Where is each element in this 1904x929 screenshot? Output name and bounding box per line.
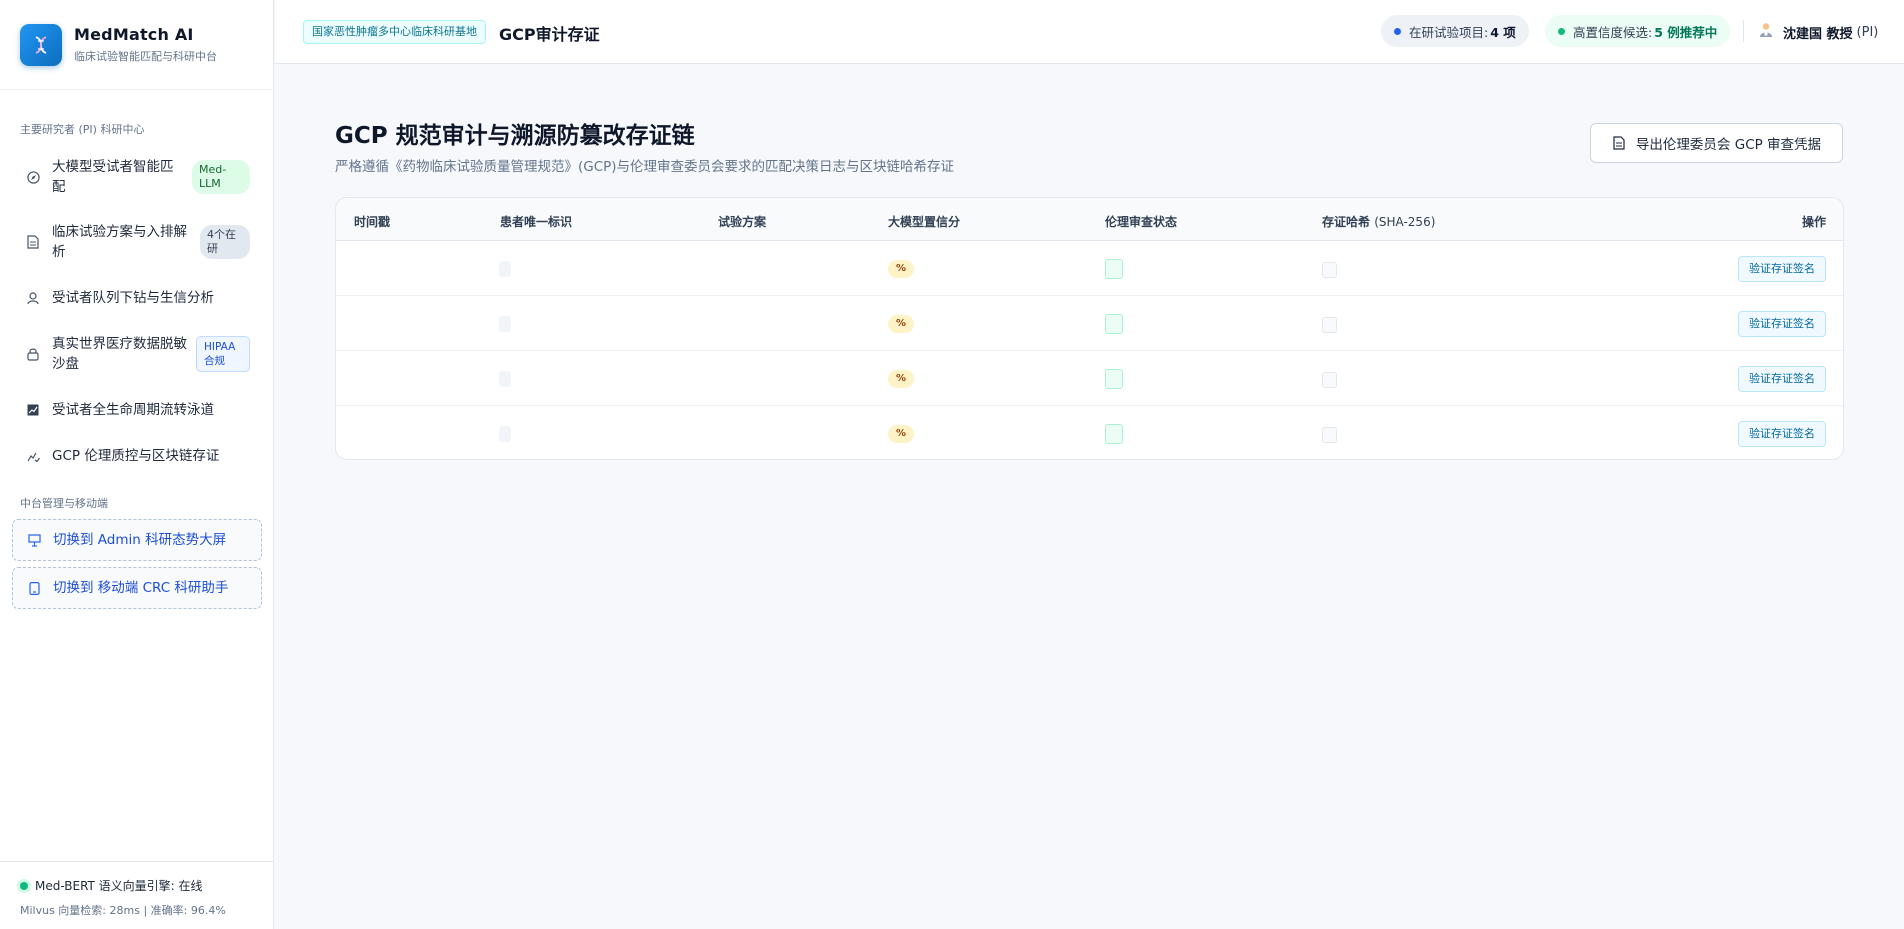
table-row: % 验证存证签名 [336,296,1843,351]
col-ethics-status: 伦理审查状态 [1105,215,1178,229]
trials-count-pill[interactable]: 在研试验项目: 4 项 [1381,15,1529,47]
switch-admin-label: 切换到 Admin 科研态势大屏 [53,532,227,548]
patient-id-placeholder [499,316,511,332]
dna-logo-icon [20,23,62,66]
header-divider [1743,20,1744,42]
col-hash-algo: (SHA-256) [1374,215,1436,229]
section-title-admin: 中台管理与移动端 [20,497,108,510]
sidebar-item-lifecycle-swimlane[interactable]: 受试者全生命周期流转泳道 [12,399,262,421]
engine-status-panel: Med-BERT 语义向量引擎: 在线 Milvus 向量检索: 28ms | … [0,861,274,929]
patient-id-placeholder [499,371,511,387]
sidebar: MedMatch AI 临床试验智能匹配与科研中台 主要研究者 (PI) 科研中… [0,0,274,929]
ethics-status-badge [1105,259,1123,279]
switch-admin-dashboard-button[interactable]: 切换到 Admin 科研态势大屏 [12,519,262,561]
doctor-avatar-icon [1759,22,1773,42]
table-row: % 验证存证签名 [336,406,1843,459]
sidebar-item-label: 临床试验方案与入排解析 [52,224,187,260]
sidebar-item-label: 受试者全生命周期流转泳道 [52,402,214,418]
llm-score-badge: % [888,370,914,388]
status-dot [1394,27,1401,35]
engine-status-text: Med-BERT 语义向量引擎: 在线 [35,879,203,893]
hash-placeholder [1322,427,1337,443]
hash-placeholder [1322,262,1337,278]
export-gcp-report-button[interactable]: 导出伦理委员会 GCP 审查凭据 [1590,123,1843,163]
verify-signature-button[interactable]: 验证存证签名 [1738,366,1826,392]
col-llm-score: 大模型置信分 [888,215,961,229]
user-name: 沈建国 教授 [1783,26,1853,42]
document-icon [1612,136,1626,150]
export-button-label: 导出伦理委员会 GCP 审查凭据 [1635,137,1822,153]
brand: MedMatch AI 临床试验智能匹配与科研中台 [0,0,273,90]
page-title: GCP 规范审计与溯源防篡改存证链 [335,123,695,149]
ethics-status-badge [1105,369,1123,389]
patient-id-placeholder [499,261,511,277]
sidebar-item-label: 大模型受试者智能匹配 [52,159,174,195]
sidebar-item-protocol-parsing[interactable]: 临床试验方案与入排解析 4个在研 [12,221,262,263]
switch-mobile-label: 切换到 移动端 CRC 科研助手 [53,580,229,596]
top-header: 国家恶性肿瘤多中心临床科研基地 GCP审计存证 在研试验项目: 4 项 高置信度… [275,0,1904,64]
llm-score-badge: % [888,315,914,333]
table-header: 时间戳 患者唯一标识 试验方案 大模型置信分 伦理审查状态 存证哈希 (SHA-… [336,198,1843,241]
brand-name: MedMatch AI [74,25,194,44]
engine-metrics-text: Milvus 向量检索: 28ms | 准确率: 96.4% [20,904,226,917]
sidebar-badge-med-llm: Med-LLM [192,160,250,194]
presentation-icon [27,533,41,547]
header-title: GCP审计存证 [499,25,600,44]
brand-subtitle: 临床试验智能匹配与科研中台 [74,50,217,63]
document-icon [26,235,40,249]
switch-mobile-crc-button[interactable]: 切换到 移动端 CRC 科研助手 [12,567,262,609]
audit-table: 时间戳 患者唯一标识 试验方案 大模型置信分 伦理审查状态 存证哈希 (SHA-… [335,197,1844,460]
sidebar-item-cohort-analysis[interactable]: 受试者队列下钻与生信分析 [12,287,262,309]
sidebar-item-label: 受试者队列下钻与生信分析 [52,290,214,306]
lock-icon [26,347,40,361]
col-protocol: 试验方案 [718,215,767,229]
sidebar-item-llm-matching[interactable]: 大模型受试者智能匹配 Med-LLM [12,156,262,198]
col-timestamp: 时间戳 [354,215,391,229]
verify-signature-button[interactable]: 验证存证签名 [1738,421,1826,447]
table-row: % 验证存证签名 [336,241,1843,296]
mobile-icon [27,581,41,595]
recommend-label: 高置信度候选: [1573,24,1653,40]
page-subtitle: 严格遵循《药物临床试验质量管理规范》(GCP)与伦理审查委员会要求的匹配决策日志… [335,159,955,175]
col-hash-label: 存证哈希 [1322,215,1371,229]
patient-id-placeholder [499,426,511,442]
col-hash: 存证哈希 (SHA-256) [1322,213,1435,230]
llm-score-badge: % [888,425,914,443]
table-row: % 验证存证签名 [336,351,1843,406]
trials-label: 在研试验项目: [1409,24,1489,40]
col-patient-id: 患者唯一标识 [500,215,573,229]
chart-icon [26,403,40,417]
user-role: (PI) [1856,24,1879,40]
ethics-status-badge [1105,424,1123,444]
compass-icon [26,170,40,184]
sidebar-badge-hipaa: HIPAA合规 [196,336,250,372]
verify-signature-button[interactable]: 验证存证签名 [1738,311,1826,337]
trials-value: 4 项 [1490,24,1516,40]
online-status-dot [20,881,28,890]
sidebar-badge-trials: 4个在研 [200,225,250,259]
audit-icon [26,449,40,463]
hash-placeholder [1322,317,1337,333]
section-title-pi: 主要研究者 (PI) 科研中心 [20,123,145,136]
status-dot [1558,27,1565,35]
sidebar-item-rwd-sandbox[interactable]: 真实世界医疗数据脱敏沙盘 HIPAA合规 [12,333,262,375]
verify-signature-button[interactable]: 验证存证签名 [1738,256,1826,282]
sidebar-item-label: GCP 伦理质控与区块链存证 [52,448,220,464]
recommend-value: 5 例推荐中 [1654,24,1718,40]
recommend-count-pill[interactable]: 高置信度候选: 5 例推荐中 [1545,15,1731,47]
ethics-status-badge [1105,314,1123,334]
hash-placeholder [1322,372,1337,388]
user-profile[interactable]: 沈建国 教授 (PI) [1759,22,1878,42]
user-icon [26,291,40,305]
col-action: 操作 [1802,215,1827,229]
sidebar-item-gcp-audit[interactable]: GCP 伦理质控与区块链存证 [12,445,262,467]
site-tag: 国家恶性肿瘤多中心临床科研基地 [303,20,486,44]
sidebar-item-label: 真实世界医疗数据脱敏沙盘 [52,336,187,372]
llm-score-badge: % [888,260,914,278]
